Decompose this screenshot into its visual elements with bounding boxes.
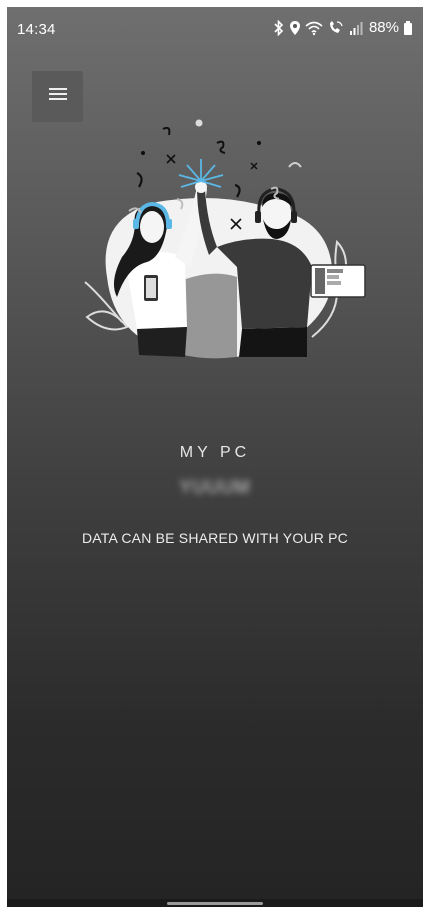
call-icon	[327, 20, 345, 36]
navigation-bar	[7, 899, 423, 907]
home-indicator[interactable]	[167, 902, 263, 905]
hamburger-menu-icon	[48, 87, 67, 106]
status-time: 14:34	[17, 21, 56, 38]
status-icons: 88%	[273, 19, 413, 36]
app-screen: 14:34 88% MY PC YUUUM DATA CAN BE SHARED…	[7, 7, 423, 907]
bluetooth-icon	[273, 19, 285, 36]
location-icon	[289, 20, 301, 36]
high-five-illustration	[84, 119, 366, 360]
status-bar: 14:34 88%	[7, 7, 423, 51]
battery-icon	[403, 20, 413, 36]
share-subtitle: DATA CAN BE SHARED WITH YOUR PC	[81, 530, 348, 546]
pc-name: YUUUM	[179, 477, 251, 497]
page-title: MY PC	[179, 444, 251, 461]
signal-icon	[349, 20, 363, 36]
battery-percent: 88%	[368, 19, 399, 36]
wifi-icon	[305, 20, 323, 36]
